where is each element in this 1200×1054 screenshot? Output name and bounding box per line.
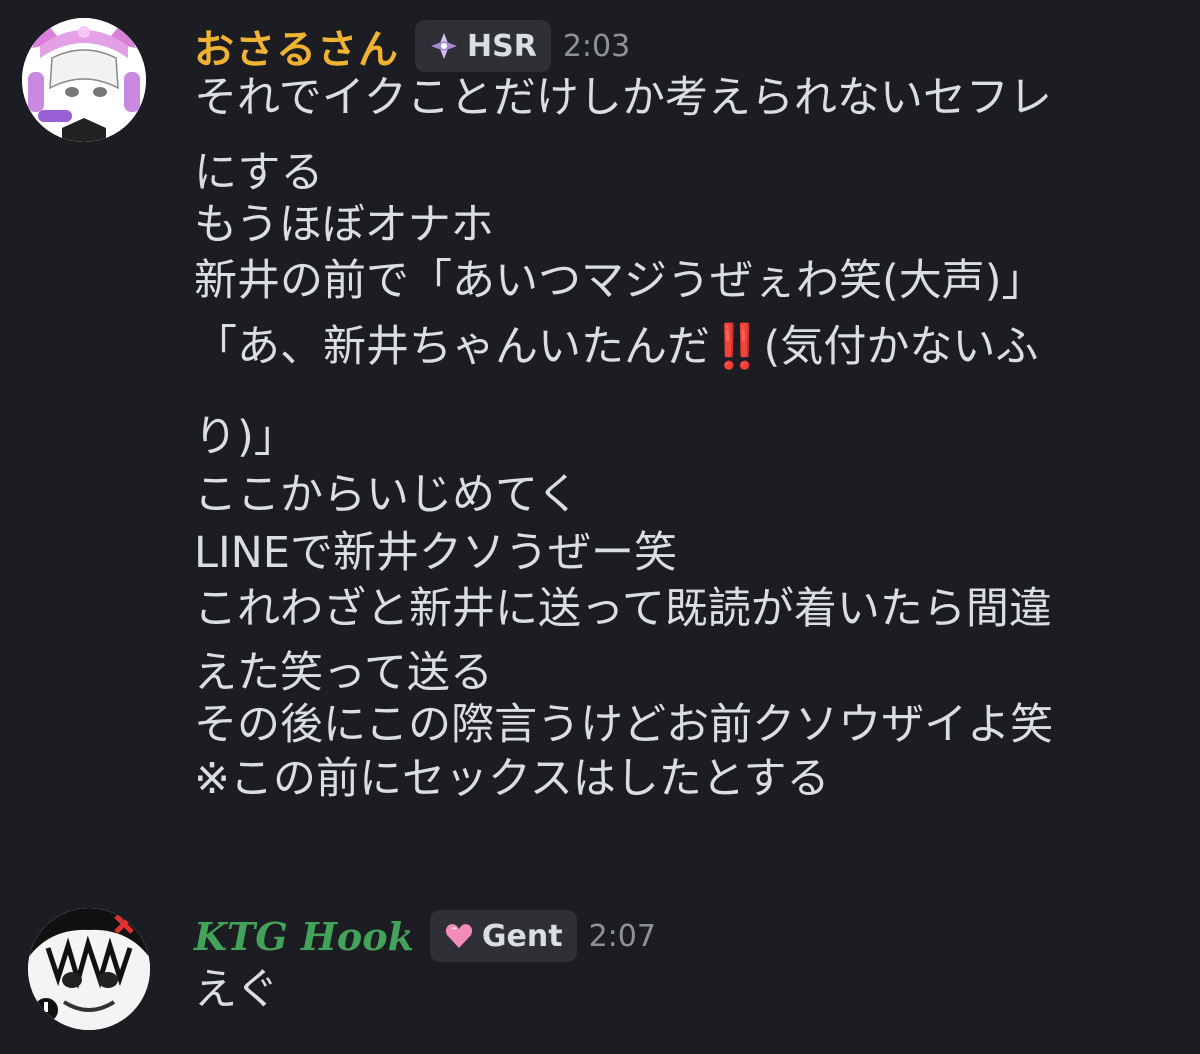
message-line: もうほぼオナホ [194, 200, 494, 250]
message-header: KTG Hook Gent 2:07 [194, 908, 656, 964]
tag-label: Gent [481, 918, 563, 954]
message-line: り)」 [194, 412, 297, 462]
message-line: えぐ [194, 965, 279, 1015]
message-line: その後にこの際言うけどお前クソウザイよ笑 [194, 700, 1054, 750]
message-line: これわざと新井に送って既読が着いたら間違 [194, 584, 1052, 634]
server-tag[interactable]: Gent [429, 910, 577, 962]
message-line: ここからいじめてく [194, 470, 580, 520]
sparkle-diamond-icon [431, 33, 457, 59]
message-header: おさるさん HSR 2:03 [194, 18, 630, 74]
server-tag[interactable]: HSR [415, 20, 551, 72]
message-line: にする [194, 148, 324, 198]
user-avatar[interactable] [28, 908, 150, 1030]
message-line: ※この前にセックスはしたとする [194, 754, 830, 804]
tag-label: HSR [467, 28, 537, 64]
anime-avatar-icon [22, 18, 146, 142]
message-content: えぐ [194, 964, 1184, 1016]
timestamp: 2:03 [562, 28, 631, 64]
username[interactable]: KTG Hook [194, 914, 414, 959]
user-avatar[interactable] [22, 18, 146, 142]
timestamp: 2:07 [588, 918, 656, 954]
pink-heart-icon [445, 924, 473, 948]
username[interactable]: おさるさん [194, 17, 399, 75]
message-line: それでイクことだけしか考えられないセフレ [194, 73, 1052, 123]
message-content: それでイクことだけしか考えられないセフレ にする もうほぼオナホ 新井の前で「あ… [194, 72, 1184, 805]
message-line: LINEで新井クソうぜー笑 [194, 528, 677, 578]
message-line: 「あ、新井ちゃんいたんだ‼️(気付かないふ [194, 322, 1039, 372]
manga-avatar-icon [28, 908, 150, 1030]
message-line: えた笑って送る [194, 648, 493, 698]
message-line: 新井の前で「あいつマジうぜぇわ笑(大声)」 [194, 256, 1045, 306]
